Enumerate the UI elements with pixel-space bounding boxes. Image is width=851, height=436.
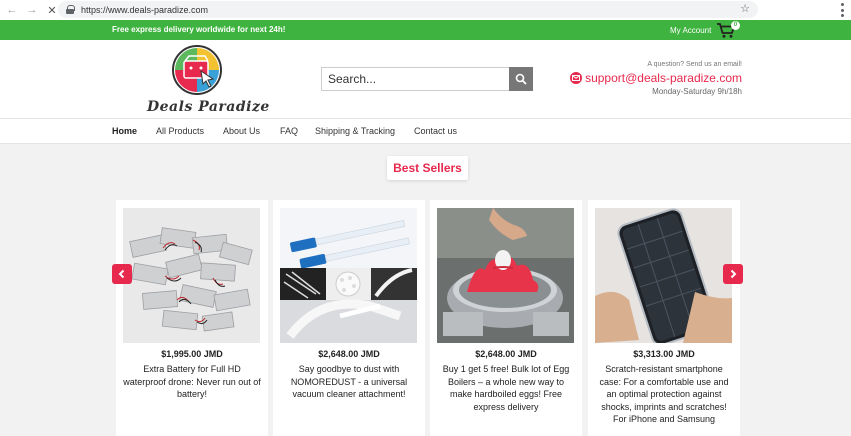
product-title[interactable]: Say goodbye to dust with NOMOREDUST - a …	[279, 363, 419, 401]
search-button[interactable]	[509, 67, 533, 91]
product-card[interactable]: $3,313.00 JMD Scratch-resistant smartpho…	[588, 200, 740, 436]
site-header: Deals Paradize A question? Send us an em…	[0, 40, 851, 118]
search-input[interactable]	[321, 67, 509, 91]
chevron-right-icon	[730, 269, 737, 279]
product-price: $2,648.00 JMD	[318, 349, 380, 359]
cart-button[interactable]: 0	[716, 21, 740, 39]
nav-about-us[interactable]: About Us	[223, 126, 260, 136]
product-card[interactable]: $1,995.00 JMD Extra Battery for Full HD …	[116, 200, 268, 436]
site-logo[interactable]: Deals Paradize	[145, 45, 269, 117]
carousel-prev-button[interactable]	[112, 264, 132, 284]
product-image[interactable]	[280, 208, 417, 343]
promo-bar: Free express delivery worldwide for next…	[0, 20, 851, 40]
product-price: $1,995.00 JMD	[161, 349, 223, 359]
lock-icon	[66, 5, 75, 14]
cart-count-badge: 0	[731, 21, 740, 30]
section-title: Best Sellers	[387, 156, 468, 180]
product-title[interactable]: Extra Battery for Full HD waterproof dro…	[122, 363, 262, 401]
back-arrow-icon[interactable]: ←	[4, 2, 20, 18]
product-image[interactable]	[437, 208, 574, 343]
forward-arrow-icon[interactable]: →	[24, 2, 40, 18]
browser-menu-icon[interactable]	[841, 3, 845, 17]
contact-question: A question? Send us an email!	[647, 61, 742, 68]
bookmark-star-icon[interactable]: ☆	[740, 2, 750, 15]
product-title[interactable]: Buy 1 get 5 free! Bulk lot of Egg Boiler…	[436, 363, 576, 413]
nav-all-products[interactable]: All Products	[156, 126, 204, 136]
address-bar[interactable]: https://www.deals-paradize.com ☆	[58, 1, 758, 18]
logo-emblem-icon	[172, 45, 222, 95]
my-account-link[interactable]: My Account	[670, 26, 711, 35]
product-image[interactable]	[123, 208, 260, 343]
chevron-left-icon	[118, 269, 125, 279]
nav-faq[interactable]: FAQ	[280, 126, 298, 136]
promo-text: Free express delivery worldwide for next…	[112, 25, 286, 34]
address-url: https://www.deals-paradize.com	[81, 4, 209, 15]
support-email: support@deals-paradize.com	[585, 71, 742, 85]
mail-icon	[570, 72, 583, 84]
product-image[interactable]	[595, 208, 732, 343]
contact-info: A question? Send us an email! support@de…	[570, 61, 742, 96]
carousel-next-button[interactable]	[723, 264, 743, 284]
main-nav: Home All Products About Us FAQ Shipping …	[0, 118, 851, 144]
nav-contact-us[interactable]: Contact us	[414, 126, 457, 136]
product-title[interactable]: Scratch-resistant smartphone case: For a…	[594, 363, 734, 426]
browser-toolbar: ← → ✕ https://www.deals-paradize.com ☆	[0, 0, 851, 20]
logo-wordmark: Deals Paradize	[147, 99, 270, 115]
search-form	[321, 67, 533, 91]
support-email-link[interactable]: support@deals-paradize.com	[570, 71, 742, 85]
business-hours: Monday-Saturday 9h/18h	[652, 87, 742, 96]
nav-shipping-tracking[interactable]: Shipping & Tracking	[315, 126, 395, 136]
product-price: $3,313.00 JMD	[633, 349, 695, 359]
product-card[interactable]: $2,648.00 JMD Buy 1 get 5 free! Bulk lot…	[430, 200, 582, 436]
product-card[interactable]: $2,648.00 JMD Say goodbye to dust with N…	[273, 200, 425, 436]
main-content: Best Sellers $1,995.00 JMD Extra Battery…	[0, 144, 851, 436]
search-icon	[515, 73, 527, 85]
product-price: $2,648.00 JMD	[475, 349, 537, 359]
nav-home[interactable]: Home	[112, 126, 137, 136]
